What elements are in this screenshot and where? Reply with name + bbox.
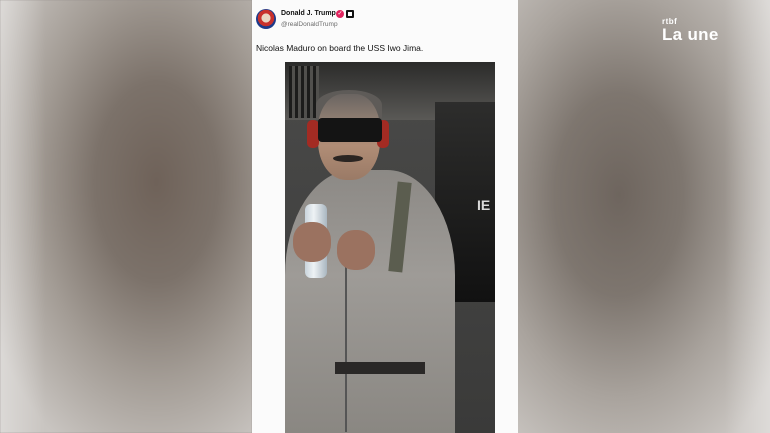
tweet-card: Donald J. Trump ✓ @realDonaldTrump Nicol… [252,0,518,433]
verified-badge-icon: ✓ [336,10,344,18]
photo-grille [289,66,319,118]
photo-belt [335,362,425,374]
tweet-text: Nicolas Maduro on board the USS Iwo Jima… [256,43,424,53]
blurred-background-right [518,0,770,433]
photo-panel-text: IE [477,197,491,213]
author-name[interactable]: Donald J. Trump [281,10,336,17]
author-handle[interactable]: @realDonaldTrump [281,21,338,28]
tweet-photo[interactable]: IE [285,62,495,433]
photo-zip [345,242,347,432]
avatar[interactable] [256,9,276,29]
blackout-goggles [318,118,382,142]
hand-left [293,222,331,262]
rtbf-la-une-logo: rtbf La une [662,18,719,44]
blurred-background-left [0,0,252,433]
logo-big-text: La une [662,25,719,44]
photo-mustache [333,155,363,162]
hand-right [337,230,375,270]
affiliation-icon [346,10,354,18]
